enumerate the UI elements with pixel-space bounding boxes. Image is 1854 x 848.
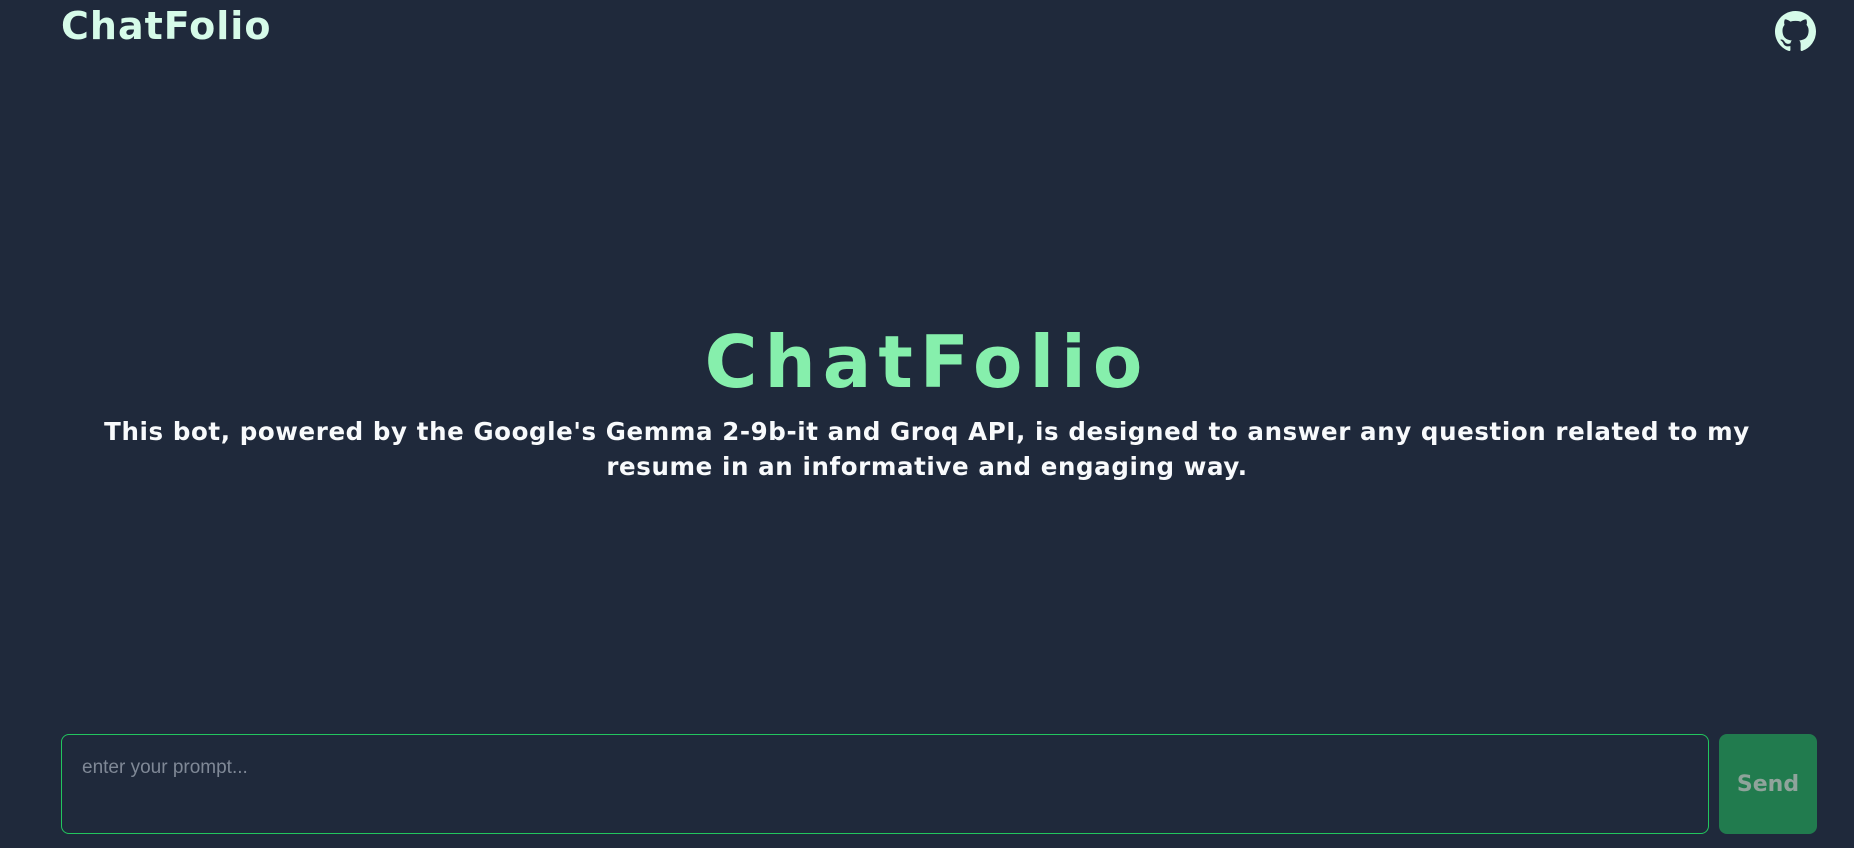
- hero-title: ChatFolio: [704, 320, 1150, 404]
- brand-logo[interactable]: ChatFolio: [61, 4, 271, 48]
- send-button[interactable]: Send: [1719, 734, 1817, 834]
- navbar: ChatFolio: [0, 0, 1854, 60]
- prompt-input[interactable]: [61, 734, 1709, 834]
- github-link[interactable]: [1775, 11, 1816, 52]
- github-icon: [1775, 11, 1816, 51]
- hero-subtitle: This bot, powered by the Google's Gemma …: [104, 417, 1750, 481]
- prompt-form: Send: [61, 734, 1817, 834]
- hero: ChatFolio This bot, powered by the Googl…: [0, 318, 1854, 484]
- page: ChatFolio ChatFolio This bot, powered by…: [0, 0, 1854, 848]
